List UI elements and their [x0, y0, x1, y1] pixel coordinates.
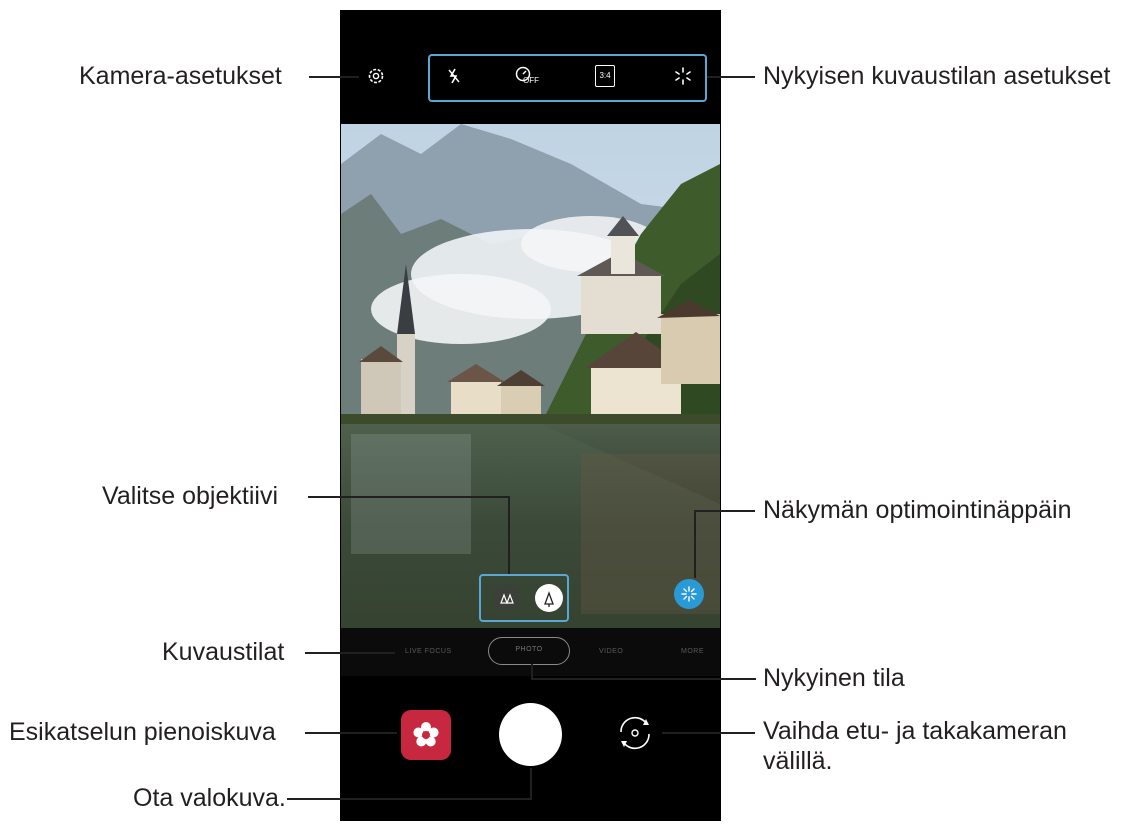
callout-take-photo: Ota valokuva.: [133, 784, 286, 812]
callout-preview-thumbnail: Esikatselun pienoiskuva: [9, 718, 276, 746]
mode-video[interactable]: VIDEO: [599, 648, 623, 655]
wide-lens-button[interactable]: [493, 584, 521, 612]
callout-current-mode: Nykyinen tila: [763, 664, 905, 692]
switch-camera-icon: [620, 716, 650, 750]
leader-line-switch-camera: [662, 732, 755, 734]
callout-scene-optimizer: Näkymän optimointinäppäin: [763, 496, 1072, 524]
flash-off-icon[interactable]: [444, 66, 464, 86]
leader-line-select-lens-h: [308, 496, 509, 498]
gallery-thumbnail[interactable]: [401, 710, 451, 760]
mode-more[interactable]: MORE: [681, 648, 704, 655]
lens-selector: [479, 574, 569, 622]
current-mode-label: PHOTO: [515, 646, 543, 653]
camera-preview[interactable]: [341, 124, 720, 628]
switch-camera-button[interactable]: [610, 708, 660, 758]
callout-select-lens: Valitse objektiivi: [102, 482, 279, 510]
callout-shooting-modes: Kuvaustilat: [162, 638, 285, 666]
aspect-ratio-label: 3:4: [599, 71, 611, 80]
leader-line-scene-optimizer: [695, 510, 755, 512]
mode-live-focus[interactable]: LIVE FOCUS: [405, 648, 452, 655]
leader-line-take-photo-h: [287, 798, 532, 800]
leader-line-shooting-modes: [305, 652, 395, 654]
shutter-button[interactable]: [499, 703, 562, 766]
timer-off-icon[interactable]: OFF: [513, 64, 539, 88]
callout-current-mode-settings: Nykyisen kuvaustilan asetukset: [763, 62, 1111, 90]
mode-settings-highlight: [428, 54, 707, 102]
callout-camera-settings: Kamera-asetukset: [79, 62, 282, 90]
single-tree-icon: [544, 591, 554, 607]
standard-lens-button[interactable]: [535, 584, 563, 612]
leader-line-scene-optimizer-v: [694, 510, 696, 578]
settings-gear-icon[interactable]: [366, 66, 386, 86]
current-mode-pill[interactable]: PHOTO: [488, 637, 570, 665]
leader-line-select-lens-v: [508, 496, 510, 574]
callout-switch-camera: Vaihda etu- ja takakameran välillä.: [763, 717, 1067, 775]
leader-line-preview-thumbnail: [305, 732, 397, 734]
flower-icon: [413, 722, 439, 747]
leader-line-current-mode-h: [531, 678, 756, 680]
leader-line-mode-settings: [707, 76, 755, 78]
scene-optimizer-icon: [681, 586, 697, 602]
scene-optimizer-button[interactable]: [674, 579, 704, 609]
leader-line-camera-settings: [309, 76, 359, 78]
filter-effects-icon[interactable]: [673, 66, 693, 86]
leader-line-take-photo-v: [530, 768, 532, 800]
ultrawide-trees-icon: [500, 593, 514, 604]
aspect-ratio-icon[interactable]: 3:4: [595, 65, 615, 87]
timer-state-label: OFF: [523, 76, 539, 85]
